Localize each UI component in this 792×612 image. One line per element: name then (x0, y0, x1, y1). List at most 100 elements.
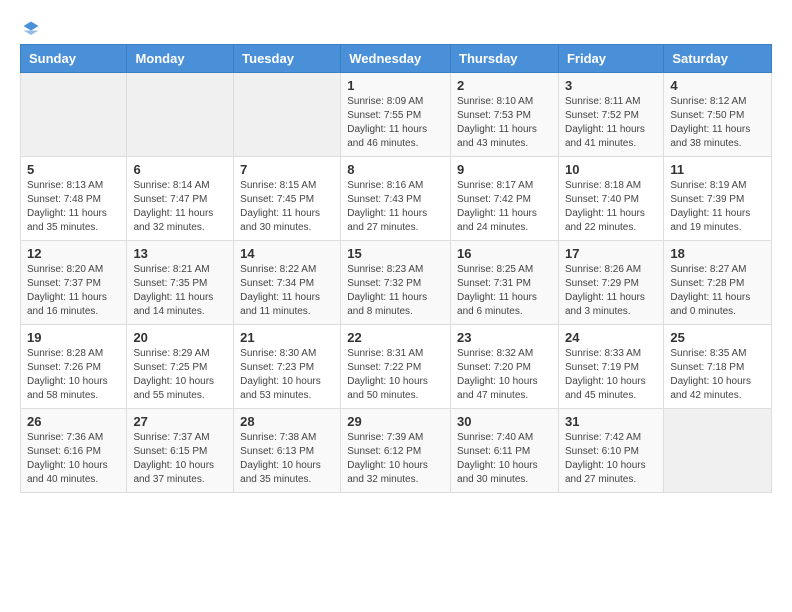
day-number: 19 (27, 330, 120, 345)
day-info: Sunrise: 7:42 AM Sunset: 6:10 PM Dayligh… (565, 431, 657, 487)
calendar-cell: 8 Sunrise: 8:16 AM Sunset: 7:43 PM Daylig… (341, 157, 451, 241)
day-number: 26 (27, 414, 120, 429)
day-number: 23 (457, 330, 552, 345)
calendar-cell: 12Sunrise: 8:20 AM Sunset: 7:37 PM Dayli… (21, 241, 127, 325)
calendar-cell: 20 Sunrise: 8:29 AM Sunset: 7:25 PM Dayli… (127, 325, 234, 409)
calendar-cell: 18 Sunrise: 8:27 AM Sunset: 7:28 PM Dayli… (664, 241, 772, 325)
calendar-cell: 31 Sunrise: 7:42 AM Sunset: 6:10 PM Dayli… (558, 409, 663, 493)
day-info: Sunrise: 8:11 AM Sunset: 7:52 PM Dayligh… (565, 95, 657, 151)
calendar-cell: 1Sunrise: 8:09 AM Sunset: 7:55 PM Daylig… (341, 73, 451, 157)
calendar-cell (664, 409, 772, 493)
calendar-cell: 19 Sunrise: 8:28 AM Sunset: 7:26 PM Dayli… (21, 325, 127, 409)
day-number: 6 (133, 162, 227, 177)
day-info: Sunrise: 7:38 AM Sunset: 6:13 PM Dayligh… (240, 431, 334, 487)
calendar-cell: 26 Sunrise: 7:36 AM Sunset: 6:16 PM Dayli… (21, 409, 127, 493)
calendar-cell: 28Sunrise: 7:38 AM Sunset: 6:13 PM Dayli… (234, 409, 341, 493)
day-number: 20 (133, 330, 227, 345)
day-info: Sunrise: 8:29 AM Sunset: 7:25 PM Dayligh… (133, 347, 227, 403)
calendar-cell: 16 Sunrise: 8:25 AM Sunset: 7:31 PM Dayli… (451, 241, 559, 325)
day-info: Sunrise: 8:17 AM Sunset: 7:42 PM Dayligh… (457, 179, 552, 235)
day-number: 5 (27, 162, 120, 177)
calendar-cell: 5 Sunrise: 8:13 AM Sunset: 7:48 PM Daylig… (21, 157, 127, 241)
day-info: Sunrise: 8:21 AM Sunset: 7:35 PM Dayligh… (133, 263, 227, 319)
calendar-cell: 11 Sunrise: 8:19 AM Sunset: 7:39 PM Dayli… (664, 157, 772, 241)
day-header-friday: Friday (558, 45, 663, 73)
day-info: Sunrise: 8:27 AM Sunset: 7:28 PM Dayligh… (670, 263, 765, 319)
day-info: Sunrise: 8:33 AM Sunset: 7:19 PM Dayligh… (565, 347, 657, 403)
day-info: Sunrise: 8:15 AM Sunset: 7:45 PM Dayligh… (240, 179, 334, 235)
day-info: Sunrise: 7:37 AM Sunset: 6:15 PM Dayligh… (133, 431, 227, 487)
calendar-cell: 22Sunrise: 8:31 AM Sunset: 7:22 PM Dayli… (341, 325, 451, 409)
day-header-monday: Monday (127, 45, 234, 73)
calendar-cell (127, 73, 234, 157)
day-info: Sunrise: 8:12 AM Sunset: 7:50 PM Dayligh… (670, 95, 765, 151)
day-header-saturday: Saturday (664, 45, 772, 73)
day-header-sunday: Sunday (21, 45, 127, 73)
day-number: 17 (565, 246, 657, 261)
day-info: Sunrise: 8:25 AM Sunset: 7:31 PM Dayligh… (457, 263, 552, 319)
page-header (20, 20, 772, 38)
calendar-week-3: 12Sunrise: 8:20 AM Sunset: 7:37 PM Dayli… (21, 241, 772, 325)
day-number: 21 (240, 330, 334, 345)
calendar-cell: 30Sunrise: 7:40 AM Sunset: 6:11 PM Dayli… (451, 409, 559, 493)
day-header-thursday: Thursday (451, 45, 559, 73)
calendar-cell: 10 Sunrise: 8:18 AM Sunset: 7:40 PM Dayli… (558, 157, 663, 241)
day-number: 13 (133, 246, 227, 261)
calendar-cell: 15 Sunrise: 8:23 AM Sunset: 7:32 PM Dayli… (341, 241, 451, 325)
day-info: Sunrise: 8:23 AM Sunset: 7:32 PM Dayligh… (347, 263, 444, 319)
day-number: 18 (670, 246, 765, 261)
day-info: Sunrise: 8:30 AM Sunset: 7:23 PM Dayligh… (240, 347, 334, 403)
day-info: Sunrise: 7:40 AM Sunset: 6:11 PM Dayligh… (457, 431, 552, 487)
day-info: Sunrise: 8:35 AM Sunset: 7:18 PM Dayligh… (670, 347, 765, 403)
calendar-week-2: 5 Sunrise: 8:13 AM Sunset: 7:48 PM Daylig… (21, 157, 772, 241)
days-header-row: SundayMondayTuesdayWednesdayThursdayFrid… (21, 45, 772, 73)
day-header-wednesday: Wednesday (341, 45, 451, 73)
calendar-cell: 24 Sunrise: 8:33 AM Sunset: 7:19 PM Dayli… (558, 325, 663, 409)
day-number: 14 (240, 246, 334, 261)
calendar-cell: 29 Sunrise: 7:39 AM Sunset: 6:12 PM Dayli… (341, 409, 451, 493)
calendar-cell: 9 Sunrise: 8:17 AM Sunset: 7:42 PM Daylig… (451, 157, 559, 241)
day-info: Sunrise: 8:26 AM Sunset: 7:29 PM Dayligh… (565, 263, 657, 319)
day-info: Sunrise: 8:10 AM Sunset: 7:53 PM Dayligh… (457, 95, 552, 151)
day-number: 15 (347, 246, 444, 261)
calendar-cell: 2 Sunrise: 8:10 AM Sunset: 7:53 PM Daylig… (451, 73, 559, 157)
calendar-cell (21, 73, 127, 157)
day-header-tuesday: Tuesday (234, 45, 341, 73)
day-info: Sunrise: 8:22 AM Sunset: 7:34 PM Dayligh… (240, 263, 334, 319)
day-number: 10 (565, 162, 657, 177)
calendar-cell: 3 Sunrise: 8:11 AM Sunset: 7:52 PM Daylig… (558, 73, 663, 157)
day-info: Sunrise: 8:19 AM Sunset: 7:39 PM Dayligh… (670, 179, 765, 235)
day-number: 3 (565, 78, 657, 93)
day-info: Sunrise: 8:13 AM Sunset: 7:48 PM Dayligh… (27, 179, 120, 235)
day-number: 1 (347, 78, 444, 93)
calendar-cell (234, 73, 341, 157)
day-number: 27 (133, 414, 227, 429)
calendar-cell: 4 Sunrise: 8:12 AM Sunset: 7:50 PM Daylig… (664, 73, 772, 157)
day-info: Sunrise: 7:36 AM Sunset: 6:16 PM Dayligh… (27, 431, 120, 487)
day-info: Sunrise: 8:20 AM Sunset: 7:37 PM Dayligh… (27, 263, 120, 319)
day-number: 24 (565, 330, 657, 345)
calendar-cell: 6 Sunrise: 8:14 AM Sunset: 7:47 PM Daylig… (127, 157, 234, 241)
calendar-cell: 27 Sunrise: 7:37 AM Sunset: 6:15 PM Dayli… (127, 409, 234, 493)
day-number: 9 (457, 162, 552, 177)
day-number: 16 (457, 246, 552, 261)
day-number: 11 (670, 162, 765, 177)
day-info: Sunrise: 7:39 AM Sunset: 6:12 PM Dayligh… (347, 431, 444, 487)
day-number: 7 (240, 162, 334, 177)
calendar-cell: 7 Sunrise: 8:15 AM Sunset: 7:45 PM Daylig… (234, 157, 341, 241)
day-number: 4 (670, 78, 765, 93)
calendar-cell: 17 Sunrise: 8:26 AM Sunset: 7:29 PM Dayli… (558, 241, 663, 325)
day-number: 31 (565, 414, 657, 429)
day-number: 25 (670, 330, 765, 345)
day-info: Sunrise: 8:14 AM Sunset: 7:47 PM Dayligh… (133, 179, 227, 235)
day-info: Sunrise: 8:16 AM Sunset: 7:43 PM Dayligh… (347, 179, 444, 235)
calendar-cell: 13 Sunrise: 8:21 AM Sunset: 7:35 PM Dayli… (127, 241, 234, 325)
day-info: Sunrise: 8:31 AM Sunset: 7:22 PM Dayligh… (347, 347, 444, 403)
day-number: 29 (347, 414, 444, 429)
day-number: 2 (457, 78, 552, 93)
day-info: Sunrise: 8:28 AM Sunset: 7:26 PM Dayligh… (27, 347, 120, 403)
day-info: Sunrise: 8:32 AM Sunset: 7:20 PM Dayligh… (457, 347, 552, 403)
calendar-table: SundayMondayTuesdayWednesdayThursdayFrid… (20, 44, 772, 493)
day-number: 8 (347, 162, 444, 177)
day-info: Sunrise: 8:18 AM Sunset: 7:40 PM Dayligh… (565, 179, 657, 235)
